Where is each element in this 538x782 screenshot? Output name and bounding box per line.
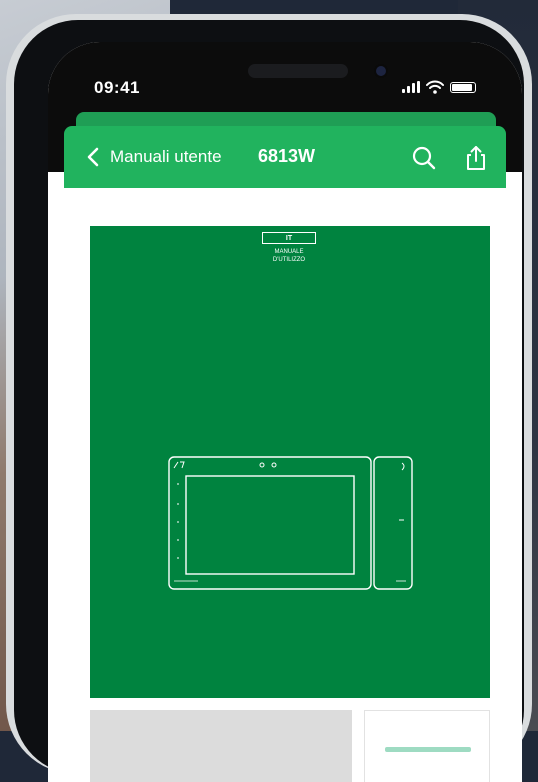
battery-icon [450, 81, 476, 93]
page-title: 6813W [258, 146, 316, 166]
phone-screen: 09:41 Manuali utente 6813W IT MANUALE D'… [48, 42, 522, 782]
back-button[interactable]: Manuali utente [84, 146, 222, 168]
language-badge: IT [262, 232, 316, 244]
monitor-device-illustration [168, 456, 413, 590]
back-button-label: Manuali utente [110, 147, 222, 166]
chevron-left-icon [87, 147, 99, 167]
page-thumbnail[interactable] [90, 710, 352, 782]
share-icon[interactable] [462, 144, 490, 172]
page-thumbnail[interactable] [364, 710, 490, 782]
phone-frame: 09:41 Manuali utente 6813W IT MANUALE D'… [6, 14, 532, 782]
thumbnail-stripe [385, 747, 471, 752]
manual-cover-page[interactable]: IT MANUALE D'UTILIZZO [90, 226, 490, 698]
phone-bezel: 09:41 Manuali utente 6813W IT MANUALE D'… [14, 20, 524, 782]
cover-subtitle-line2: D'UTILIZZO [272, 257, 306, 263]
search-icon[interactable] [410, 144, 438, 172]
wifi-icon [426, 80, 444, 94]
app-header: Manuali utente 6813W [64, 126, 506, 188]
speaker-notch [248, 64, 348, 78]
status-time: 09:41 [94, 78, 140, 97]
cover-subtitle-line1: MANUALE [274, 249, 304, 255]
status-icons [402, 80, 476, 94]
cover-subtitle: MANUALE D'UTILIZZO [250, 248, 328, 264]
document-viewer[interactable]: IT MANUALE D'UTILIZZO [64, 188, 506, 782]
front-camera [376, 66, 386, 76]
signal-icon [402, 81, 420, 93]
